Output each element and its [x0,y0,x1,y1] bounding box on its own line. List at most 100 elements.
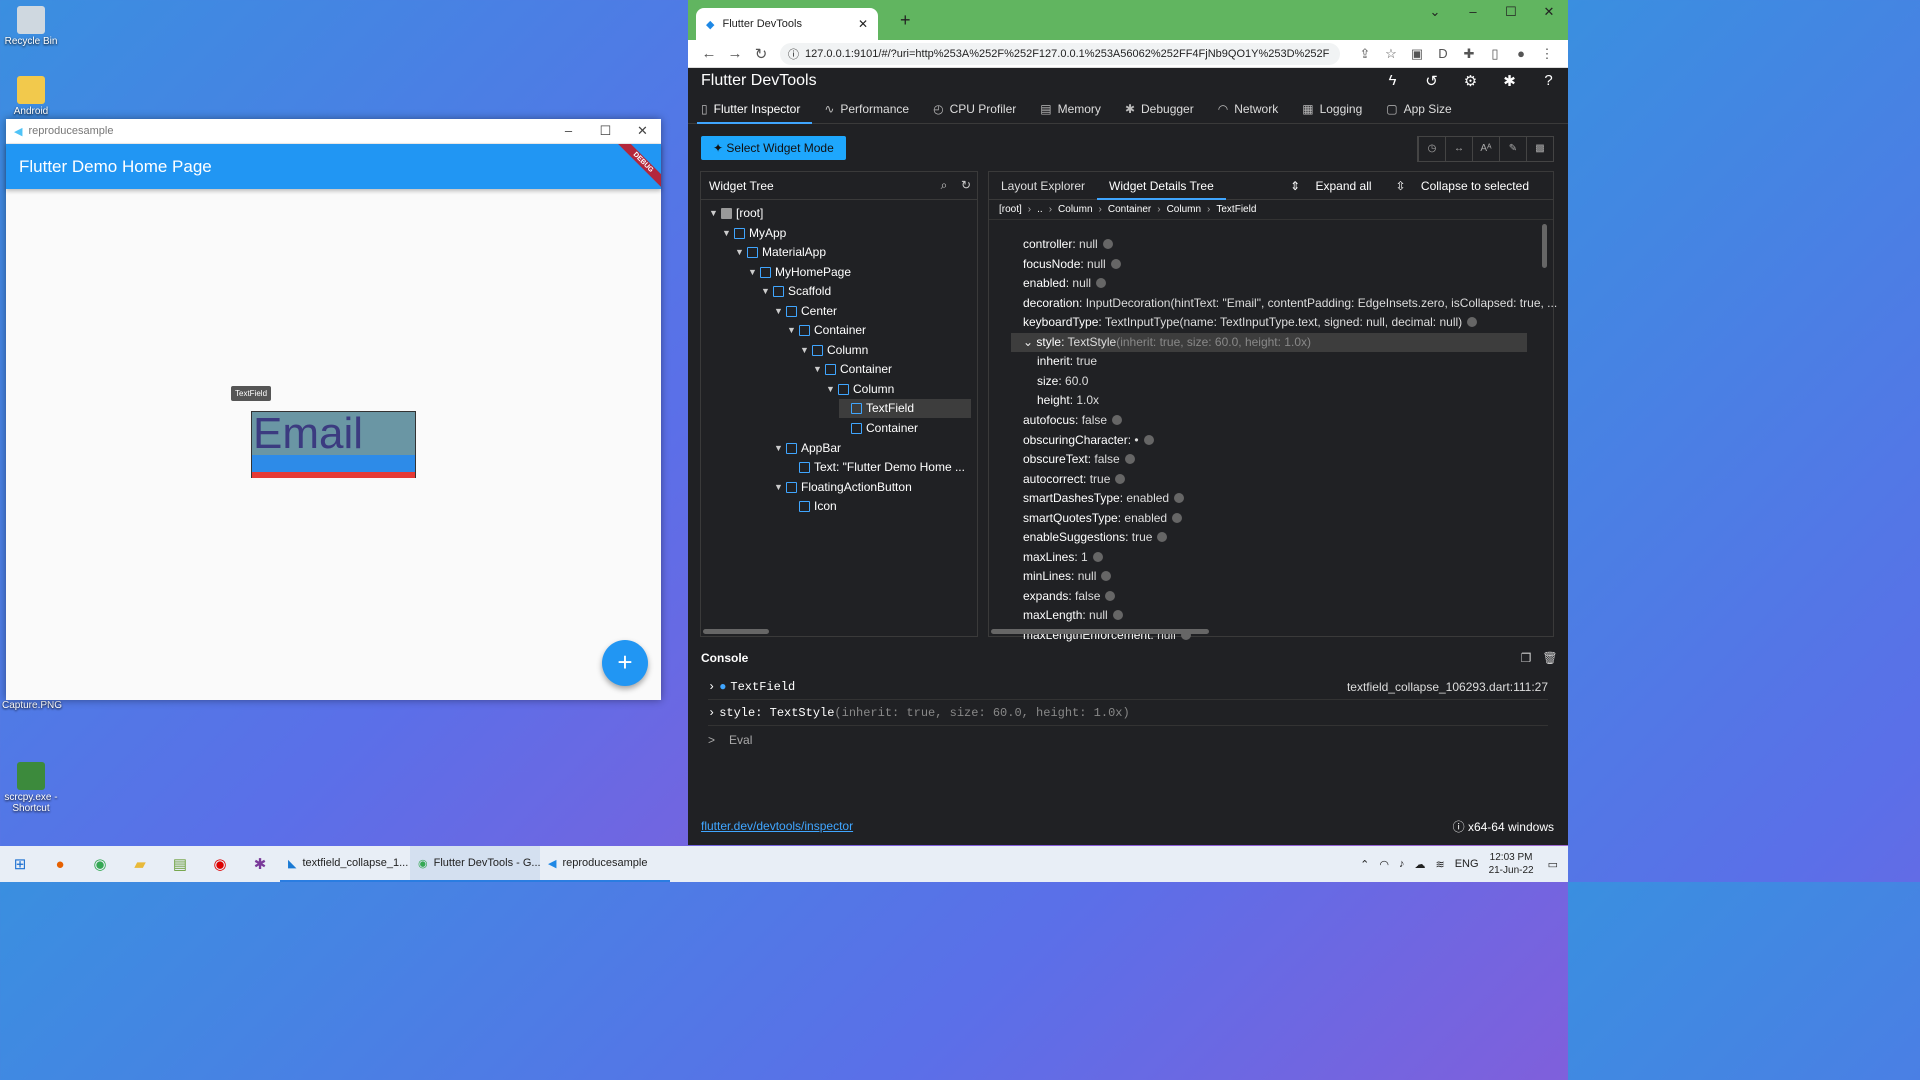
property-row[interactable]: enableSuggestions: true [1023,528,1168,547]
back-icon[interactable]: ← [696,45,722,62]
tree-node[interactable]: Container [839,419,918,438]
tree-node[interactable]: ▼ Column [800,341,868,360]
volume-icon[interactable]: ♪ [1399,858,1405,870]
chevron-down-icon[interactable]: ▼ [761,282,773,301]
address-bar[interactable]: ⓘ 127.0.0.1:9101/#/?uri=http%253A%252F%2… [780,42,1340,65]
property-row[interactable]: smartDashesType: enabled [1023,489,1185,508]
new-tab-button[interactable]: + [900,10,911,31]
slow-animations-icon[interactable]: ◷ [1418,137,1445,161]
tree-horizontal-scrollbar[interactable] [703,629,769,634]
tab-logging[interactable]: ▦ Logging [1302,94,1362,124]
property-row[interactable]: decoration: InputDecoration(hintText: "E… [1023,294,1557,313]
breadcrumb-container[interactable]: Container [1108,204,1151,215]
chevron-down-icon[interactable]: ▼ [748,263,760,282]
tab-debugger[interactable]: ✱ Debugger [1125,94,1194,124]
desktop-icon-capture[interactable]: Capture.PNG [2,700,62,711]
property-row[interactable]: controller: null [1023,235,1113,254]
extension-icon[interactable]: ▣ [1404,46,1430,62]
property-row[interactable]: keyboardType: TextInputType(name: TextIn… [1023,313,1478,332]
taskbar-app-reproducesample[interactable]: ◀ reproducesample [540,846,670,882]
property-row[interactable]: size: 60.0 [1037,372,1088,391]
hot-restart-icon[interactable]: ↺ [1412,72,1451,90]
property-row[interactable]: height: 1.0x [1037,391,1099,410]
chevron-down-icon[interactable]: ▼ [813,360,825,379]
chevron-down-icon[interactable]: ▼ [735,243,747,262]
details-vertical-scrollbar[interactable] [1542,224,1547,268]
reload-icon[interactable]: ↻ [748,45,774,63]
cloud-icon[interactable]: ☁ [1415,858,1426,871]
puzzle-icon[interactable]: ✚ [1456,46,1482,62]
chevron-down-icon[interactable]: ▼ [709,204,721,223]
notifications-icon[interactable]: ▭ [1548,858,1558,871]
console-row[interactable]: › ● TextField textfield_collapse_106293.… [708,674,1548,700]
email-textfield[interactable]: Email [251,411,416,478]
tab-widget-details-tree[interactable]: Widget Details Tree [1097,172,1226,200]
tree-node[interactable]: ▼ MyApp [722,224,786,243]
close-button[interactable]: ✕ [1530,4,1568,20]
property-row[interactable]: autofocus: false [1023,411,1123,430]
breadcrumb-column[interactable]: Column [1167,204,1201,215]
windows-start-icon[interactable]: ⊞ [0,855,40,873]
chrome-icon[interactable]: ◉ [80,855,120,873]
details-horizontal-scrollbar[interactable] [991,629,1209,634]
collapse-to-selected-button[interactable]: ⇳ Collapse to selected [1396,179,1541,193]
tree-node[interactable]: ▼ Container [813,360,892,379]
help-icon[interactable]: ? [1529,72,1568,90]
chevron-down-icon[interactable]: ▼ [722,224,734,243]
slack-icon[interactable]: ✱ [240,855,280,873]
tree-node[interactable]: ▼ [root] [709,204,763,223]
record-icon[interactable]: ◉ [200,855,240,873]
eval-input[interactable]: > Eval [708,727,1548,753]
close-button[interactable]: ✕ [624,123,661,139]
forward-icon[interactable]: → [722,45,748,62]
property-row[interactable]: obscureText: false [1023,450,1135,469]
bookmark-star-icon[interactable]: ☆ [1378,46,1404,62]
guidelines-icon[interactable]: ↔ [1445,137,1472,161]
maximize-button[interactable]: ☐ [1492,4,1530,20]
property-row[interactable]: minLines: null [1023,567,1112,586]
tab-network[interactable]: ◠ Network [1218,94,1279,124]
breadcrumb-textfield[interactable]: TextField [1216,204,1256,215]
chevron-up-icon[interactable]: ⌃ [1360,858,1369,871]
tab-layout-explorer[interactable]: Layout Explorer [989,172,1097,200]
search-icon[interactable]: ⌕ [933,178,955,193]
expand-all-button[interactable]: ⇕ Expand all [1290,179,1383,193]
property-row[interactable]: maxLength: null [1023,606,1123,625]
tree-node[interactable]: ▼ Column [826,380,894,399]
tab-performance[interactable]: ∿ Performance [824,94,909,124]
tree-node[interactable]: Icon [787,497,837,516]
bug-report-icon[interactable]: ✱ [1490,72,1529,90]
breadcrumb-root[interactable]: [root] [999,204,1022,215]
firefox-icon[interactable]: ● [40,856,80,873]
share-icon[interactable]: ⇪ [1352,46,1378,62]
property-row[interactable]: inherit: true [1037,352,1097,371]
profile-avatar-icon[interactable]: ● [1508,46,1534,62]
tree-node[interactable]: ▼ Center [774,302,837,321]
maximize-button[interactable]: ☐ [587,123,624,139]
property-row[interactable]: smartQuotesType: enabled [1023,509,1183,528]
chevron-down-icon[interactable]: ▼ [800,341,812,360]
hot-reload-icon[interactable]: ϟ [1373,72,1412,90]
refresh-tree-icon[interactable]: ↻ [955,178,977,193]
notepad-icon[interactable]: ▤ [160,855,200,873]
console-row[interactable]: › style: TextStyle (inherit: true, size:… [708,700,1548,726]
desktop-icon-recycle-bin[interactable]: Recycle Bin [2,6,60,47]
copy-icon[interactable]: ❐ [1514,651,1538,665]
baselines-icon[interactable]: Aᴬ [1472,137,1499,161]
breadcrumb-ellipsis[interactable]: .. [1037,204,1043,215]
tab-search-icon[interactable]: ⌄ [1416,4,1454,20]
close-tab-icon[interactable]: ✕ [858,17,868,31]
language-indicator[interactable]: ENG [1455,858,1479,870]
desktop-icon-scrcpy[interactable]: scrcpy.exe - Shortcut [2,762,60,814]
menu-kebab-icon[interactable]: ⋮ [1534,46,1560,62]
tab-memory[interactable]: ▤ Memory [1040,94,1101,124]
tree-node[interactable]: Text: "Flutter Demo Home ... [787,458,965,477]
property-row[interactable]: maxLines: 1 [1023,548,1103,567]
desktop-icon-android[interactable]: Android [2,76,60,117]
property-row[interactable]: ⌄ style: TextStyle(inherit: true, size: … [1011,333,1527,352]
tab-app-size[interactable]: ▢ App Size [1386,94,1451,124]
property-row[interactable]: autocorrect: true [1023,470,1126,489]
select-widget-mode-button[interactable]: ✦ Select Widget Mode [701,136,846,160]
property-row[interactable]: expands: false [1023,587,1116,606]
minimize-button[interactable]: – [1454,4,1492,20]
